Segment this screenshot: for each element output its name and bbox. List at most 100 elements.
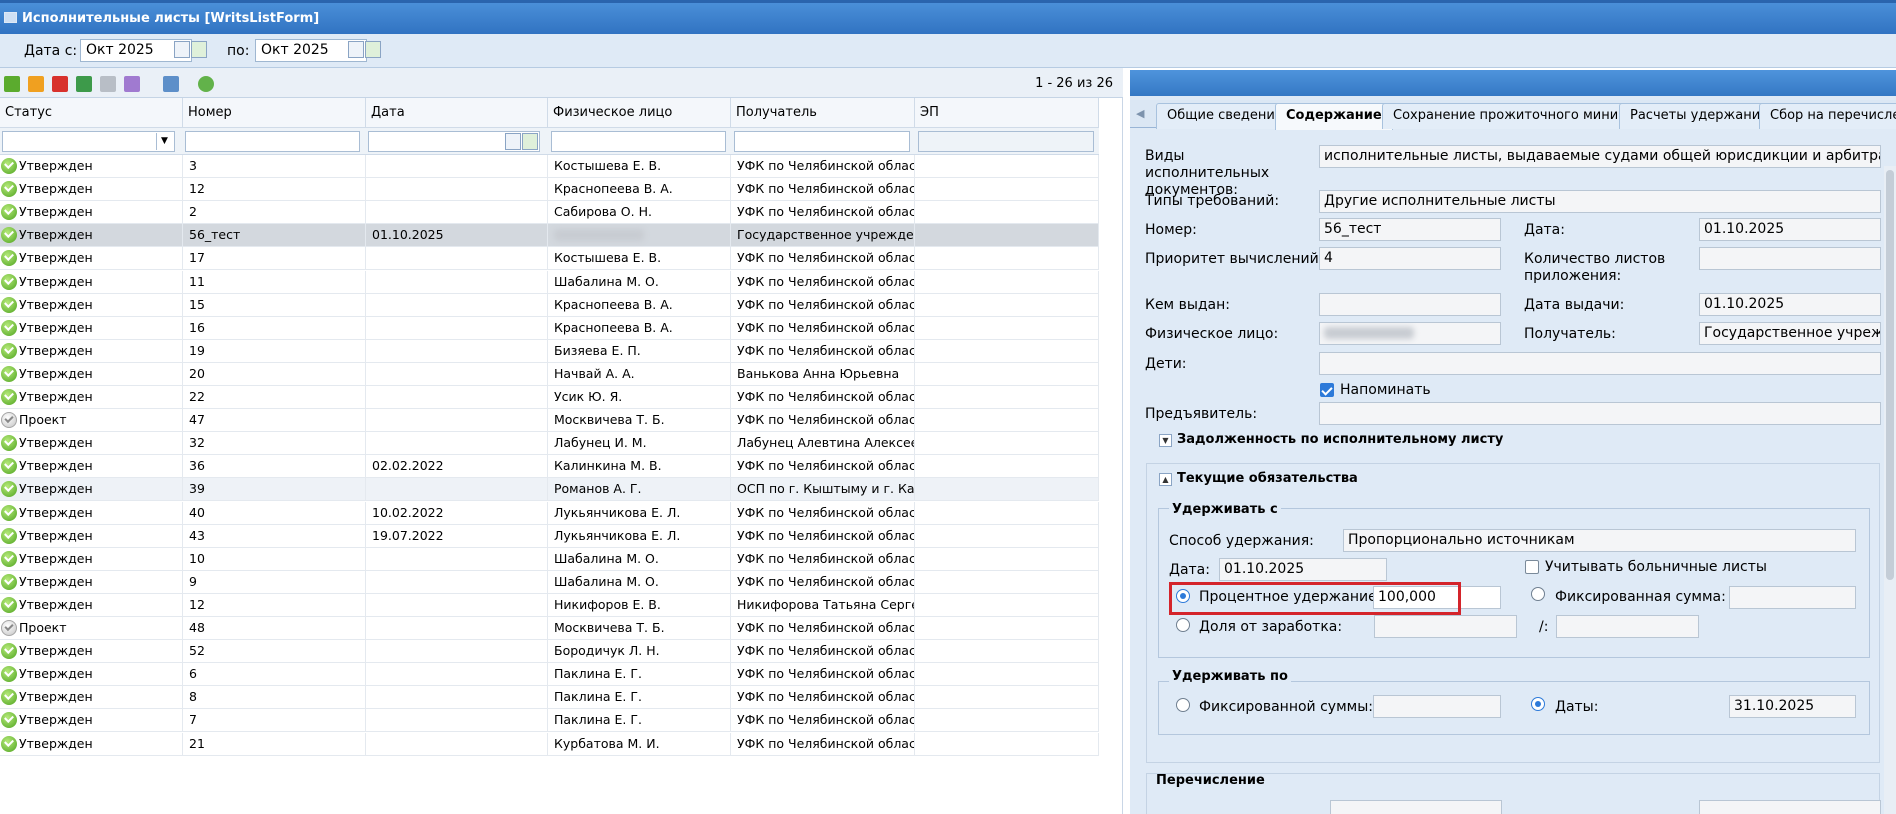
clear-date-icon[interactable] xyxy=(365,41,381,58)
transfer-field-2[interactable] xyxy=(1699,800,1881,814)
table-row[interactable]: Утвержден 6 Паклина Е. Г. УФК по Челябинско… xyxy=(0,663,1099,687)
table-row[interactable]: Проект 48 Москвичева Т. Б. УФК по Челябинск… xyxy=(0,617,1099,640)
clear-date-icon[interactable] xyxy=(191,41,207,58)
table-row[interactable]: Утвержден 12 Никифоров Е. В. Никифорова Тат… xyxy=(0,593,1099,617)
priority-field[interactable]: 4 xyxy=(1319,247,1501,270)
share-radio[interactable] xyxy=(1176,618,1190,632)
scrollbar-thumb[interactable] xyxy=(1886,170,1894,580)
issued-by-field[interactable] xyxy=(1319,293,1501,316)
person-filter-input[interactable] xyxy=(551,131,726,152)
fixed-sum-radio[interactable] xyxy=(1531,587,1545,601)
column-header-status[interactable]: Статус xyxy=(0,98,183,128)
collapse-current-icon[interactable]: ▲ xyxy=(1159,473,1172,486)
table-row[interactable]: Утвержден 56_тест 01.10.2025 Государственно… xyxy=(0,224,1099,248)
number-cell: 43 xyxy=(183,524,366,548)
edit-icon[interactable] xyxy=(28,76,44,92)
refresh-icon[interactable] xyxy=(198,76,214,92)
tab-scroll-left-icon[interactable]: ◀ xyxy=(1136,107,1144,120)
table-row[interactable]: Утвержден 32 Лабунец И. М. Лабунец Алевтина… xyxy=(0,432,1099,456)
hold-date-field[interactable]: 01.10.2025 xyxy=(1219,558,1387,581)
column-header-signature[interactable]: ЭП xyxy=(915,98,1099,128)
unapprove-icon[interactable] xyxy=(100,76,116,92)
table-row[interactable]: Утвержден 10 Шабалина М. О. УФК по Челябинс… xyxy=(0,547,1099,571)
table-row[interactable]: Утвержден 15 Краснопеева В. А. УФК по Челяб… xyxy=(0,293,1099,317)
table-row[interactable]: Проект 47 Москвичева Т. Б. УФК по Челябинск… xyxy=(0,409,1099,433)
hold-to-date-radio[interactable] xyxy=(1531,697,1545,711)
add-icon[interactable] xyxy=(4,76,20,92)
column-header-person[interactable]: Физическое лицо xyxy=(548,98,731,128)
table-row[interactable]: Утвержден 22 Усик Ю. Я. УФК по Челябинской … xyxy=(0,386,1099,409)
person-field[interactable] xyxy=(1319,322,1501,345)
share-field[interactable] xyxy=(1374,615,1517,638)
hold-to-title: Удерживать по xyxy=(1169,669,1291,684)
table-row[interactable]: Утвержден 11 Шабалина М. О. УФК по Челябинс… xyxy=(0,270,1099,294)
tab-calculations[interactable]: Расчеты удержаний xyxy=(1619,103,1780,129)
actions-menu-icon[interactable] xyxy=(124,76,140,92)
delete-icon[interactable] xyxy=(52,76,68,92)
recipient-cell: УФК по Челябинской област... xyxy=(731,663,915,687)
table-row[interactable]: Утвержден 21 Курбатова М. И. УФК по Челябин… xyxy=(0,732,1099,756)
expand-debt-icon[interactable]: ▼ xyxy=(1159,434,1172,447)
details-scrollbar[interactable] xyxy=(1884,166,1896,814)
table-row[interactable]: Утвержден 16 Краснопеева В. А. УФК по Челяб… xyxy=(0,316,1099,340)
method-field[interactable]: Пропорционально источникам xyxy=(1343,529,1856,552)
table-row[interactable]: Утвержден 12 Краснопеева В. А. УФК по Челяб… xyxy=(0,178,1099,202)
recipient-filter-input[interactable] xyxy=(734,131,910,152)
table-row[interactable]: Утвержден 20 Начвай А. А. Ванькова Анна Юрь… xyxy=(0,362,1099,386)
hold-to-fixed-radio[interactable] xyxy=(1176,698,1190,712)
date-field[interactable]: 01.10.2025 xyxy=(1699,218,1881,241)
req-types-field[interactable]: Другие исполнительные листы xyxy=(1319,190,1881,213)
calendar-icon[interactable] xyxy=(348,41,364,58)
date-label: Дата: xyxy=(1524,222,1565,238)
approved-icon xyxy=(1,204,17,221)
sick-leave-checkbox[interactable] xyxy=(1525,560,1539,574)
table-row[interactable]: Утвержден 40 10.02.2022 Лукьянчикова Е. Л. У… xyxy=(0,501,1099,525)
approve-icon[interactable] xyxy=(76,76,92,92)
page-count: 1 - 26 из 26 xyxy=(1035,76,1113,91)
number-field[interactable]: 56_тест xyxy=(1319,218,1501,241)
clear-date-icon[interactable] xyxy=(522,133,538,150)
hold-to-date-field[interactable]: 31.10.2025 xyxy=(1729,695,1856,718)
issue-date-field[interactable]: 01.10.2025 xyxy=(1699,293,1881,316)
calendar-icon[interactable] xyxy=(505,133,521,150)
debt-section-title[interactable]: Задолженность по исполнительному листу xyxy=(1177,432,1503,447)
table-row[interactable]: Утвержден 2 Сабирова О. Н. УФК по Челябинск… xyxy=(0,201,1099,225)
number-filter-input[interactable] xyxy=(185,131,360,152)
status-cell: Проект xyxy=(0,409,183,433)
table-row[interactable]: Утвержден 19 Бизяева Е. П. УФК по Челябинск… xyxy=(0,339,1099,363)
table-row[interactable]: Утвержден 9 Шабалина М. О. УФК по Челябинск… xyxy=(0,570,1099,594)
table-row[interactable]: Утвержден 8 Паклина Е. Г. УФК по Челябинско… xyxy=(0,686,1099,710)
transfer-field-1[interactable] xyxy=(1330,800,1502,814)
calendar-icon[interactable] xyxy=(174,41,190,58)
presenter-field[interactable] xyxy=(1319,402,1881,425)
children-field[interactable] xyxy=(1319,352,1881,375)
share-denominator-field[interactable] xyxy=(1556,615,1699,638)
table-row[interactable]: Утвержден 36 02.02.2022 Калинкина М. В. УФК … xyxy=(0,455,1099,479)
date-cell xyxy=(366,686,548,710)
signature-filter-input[interactable] xyxy=(918,131,1094,152)
table-row[interactable]: Утвержден 17 Костышева Е. В. УФК по Челябин… xyxy=(0,247,1099,271)
status-filter-select[interactable]: ▼ xyxy=(2,131,175,152)
doc-kinds-field[interactable]: исполнительные листы, выдаваемые судами … xyxy=(1319,145,1881,168)
table-row[interactable]: Утвержден 52 Бородичук Л. Н. УФК по Челябин… xyxy=(0,640,1099,664)
column-header-date[interactable]: Дата xyxy=(366,98,548,128)
fixed-sum-field[interactable] xyxy=(1729,586,1856,609)
tab-transfer-fee[interactable]: Сбор на перечислени xyxy=(1759,103,1896,129)
table-row[interactable]: Утвержден 7 Паклина Е. Г. УФК по Челябинско… xyxy=(0,709,1099,733)
table-row[interactable]: Утвержден 43 19.07.2022 Лукьянчикова Е. Л. У… xyxy=(0,524,1099,548)
table-row[interactable]: Утвержден 3 Костышева Е. В. УФК по Челябинс… xyxy=(0,155,1099,178)
recipient-cell: УФК по Челябинской област... xyxy=(731,316,915,340)
column-header-number[interactable]: Номер xyxy=(183,98,366,128)
hold-to-fixed-field[interactable] xyxy=(1373,695,1501,718)
column-header-recipient[interactable]: Получатель xyxy=(731,98,915,128)
recipient-field[interactable]: Государственное учреждени xyxy=(1699,322,1881,345)
sheets-field[interactable] xyxy=(1699,247,1881,270)
remind-checkbox[interactable] xyxy=(1320,383,1334,397)
print-icon[interactable] xyxy=(163,76,179,92)
tab-general[interactable]: Общие сведения xyxy=(1156,103,1294,129)
status-text: Утвержден xyxy=(19,365,93,381)
current-section-title[interactable]: Текущие обязательства xyxy=(1177,471,1358,486)
tab-content[interactable]: Содержание xyxy=(1275,103,1393,130)
table-row[interactable]: Утвержден 39 Романов А. Г. ОСП по г. Кыштым… xyxy=(0,478,1099,502)
date-filter-input[interactable] xyxy=(368,131,540,152)
